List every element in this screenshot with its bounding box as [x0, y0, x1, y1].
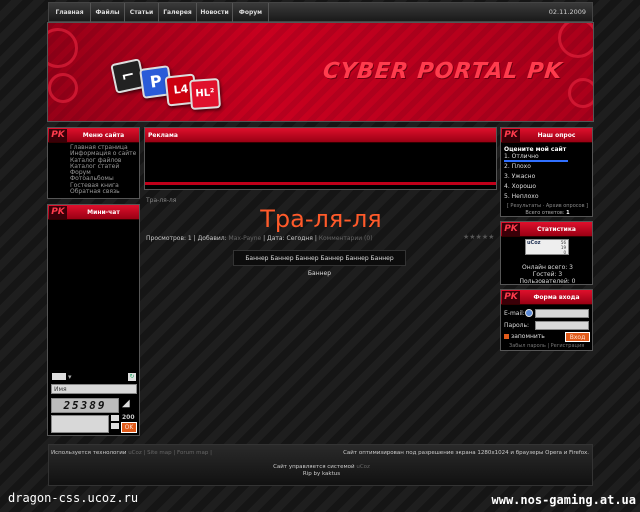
poll-option: 2. Плохо [504, 163, 531, 170]
remember-checkbox[interactable] [504, 334, 509, 339]
footer-tech: Используется технологии uCoz | Site map … [51, 450, 212, 456]
breadcrumb: Тра-ля-ля [146, 197, 177, 204]
block-title: Мини-чат [87, 209, 120, 216]
poll-option: 5. Неплохо [504, 193, 539, 200]
footer-rip: Rip by kaktus [302, 471, 341, 477]
footer-links[interactable]: uCoz | Site map | Forum map | [128, 450, 212, 456]
page-title: Тра-ля-ля [260, 205, 382, 233]
password-field[interactable] [535, 321, 589, 330]
password-label: Пароль: [504, 322, 530, 329]
message-textarea[interactable] [51, 415, 109, 433]
poll-block: PK Наш опрос Оцените мой сайт 1. Отлично … [500, 127, 593, 217]
block-title: Статистика [537, 226, 576, 233]
openid-icon[interactable] [525, 309, 533, 317]
ad-block: Реклама [144, 127, 497, 190]
menu-item[interactable]: Обратная связь [70, 188, 136, 195]
header-banner: ⌐ P L4 HL² CYBER PORTAL PK [47, 22, 594, 122]
comments-link[interactable]: Комментарии (0) [319, 235, 373, 242]
pk-badge-icon: PK [502, 291, 520, 304]
nav-news[interactable]: Новости [197, 3, 233, 22]
refresh-icon[interactable]: ↻ [128, 373, 136, 381]
top-navigation: Главная Файлы Статьи Галерея Новости Фор… [48, 2, 593, 22]
forgot-password-link[interactable]: Забыл пароль [509, 343, 546, 349]
nav-articles[interactable]: Статьи [125, 3, 159, 22]
stats-block: PK Статистика uCoz 56 19 0 Онлайн всего: … [500, 221, 593, 285]
nav-forum[interactable]: Форум [233, 3, 269, 22]
pk-badge-icon: PK [502, 223, 520, 236]
poll-option: 1. Отлично [504, 153, 539, 160]
decoration-swirl [568, 78, 593, 108]
views-count: Просмотров: 1 [146, 235, 192, 242]
pk-badge-icon: PK [49, 206, 67, 219]
nav-home[interactable]: Главная [49, 3, 91, 22]
site-logo[interactable]: CYBER PORTAL PK [322, 59, 564, 84]
smiley-select[interactable] [52, 373, 66, 380]
login-links: Забыл пароль | Регистрация [509, 343, 585, 349]
poll-question: Оцените мой сайт [504, 146, 567, 153]
hit-counter[interactable]: uCoz 56 19 0 [525, 239, 569, 255]
send-button[interactable]: OK [121, 422, 137, 433]
date-label: Дата: [267, 235, 285, 242]
watermark-right: www.nos-gaming.at.ua [491, 493, 637, 507]
guests-count: Гостей: 3 [532, 271, 563, 278]
divider [145, 182, 496, 185]
watermark-left: dragon-css.ucoz.ru [8, 491, 139, 505]
remember-label: запомнить [511, 333, 545, 340]
login-button[interactable]: Вход [565, 332, 590, 342]
footer-powered: Сайт управляется системой uCoz [273, 464, 370, 470]
char-counter: 200 [122, 414, 135, 421]
poll-option: 4. Хорошо [504, 183, 537, 190]
block-title: Наш опрос [537, 132, 576, 139]
ucoz-link[interactable]: uCoz [356, 464, 370, 470]
block-title: Форма входа [533, 294, 580, 301]
pk-badge-icon: PK [49, 129, 67, 142]
email-field[interactable] [535, 309, 589, 318]
poll-links[interactable]: [ Результаты · Архив опросов ] [501, 203, 594, 209]
poll-option: 3. Ужасно [504, 173, 536, 180]
block-title: Меню сайта [82, 132, 125, 139]
date-display: 02.11.2009 [548, 8, 586, 16]
decoration-swirl [48, 73, 78, 103]
footer: Используется технологии uCoz | Site map … [48, 444, 593, 486]
banner-box: Баннер Баннер Баннер Баннер Баннер Банне… [233, 250, 406, 277]
added-label: Добавил: [197, 235, 227, 242]
nav-files[interactable]: Файлы [91, 3, 125, 22]
bbcode-icon[interactable] [111, 423, 119, 429]
pk-badge-icon: PK [502, 129, 520, 142]
minichat-block: PK Мини-чат ▾ ↻ Имя 25389 ◢ 200 OK [47, 204, 140, 436]
poll-result-bar [504, 160, 568, 162]
menu-block: PK Меню сайта Главная страница Информация… [47, 127, 140, 199]
online-total: Онлайн всего: 3 [522, 264, 573, 271]
captcha-image: 25389 [51, 398, 119, 413]
game-tile-icon: HL² [188, 77, 222, 111]
poll-total: Всего ответов: 1 [525, 210, 570, 216]
footer-optimized: Сайт оптимизирован под разрешение экрана… [343, 450, 589, 456]
reload-captcha-icon[interactable]: ◢ [122, 398, 130, 409]
decoration-swirl [558, 23, 593, 58]
entry-meta: Просмотров: 1 | Добавил: Max-Payne | Дат… [146, 235, 373, 242]
author-link[interactable]: Max-Payne [229, 235, 262, 242]
block-title: Реклама [148, 132, 178, 139]
email-label: E-mail: [504, 310, 525, 317]
register-link[interactable]: Регистрация [551, 343, 585, 349]
smiley-icon[interactable] [111, 415, 119, 421]
rating-stars[interactable]: ★★★★★ [463, 233, 494, 241]
date-value: Сегодня [286, 235, 313, 242]
nav-gallery[interactable]: Галерея [159, 3, 197, 22]
chevron-down-icon[interactable]: ▾ [68, 373, 72, 381]
users-count: Пользователей: 0 [519, 278, 576, 285]
login-block: PK Форма входа E-mail: Пароль: запомнить … [500, 289, 593, 351]
name-field[interactable]: Имя [51, 384, 137, 394]
